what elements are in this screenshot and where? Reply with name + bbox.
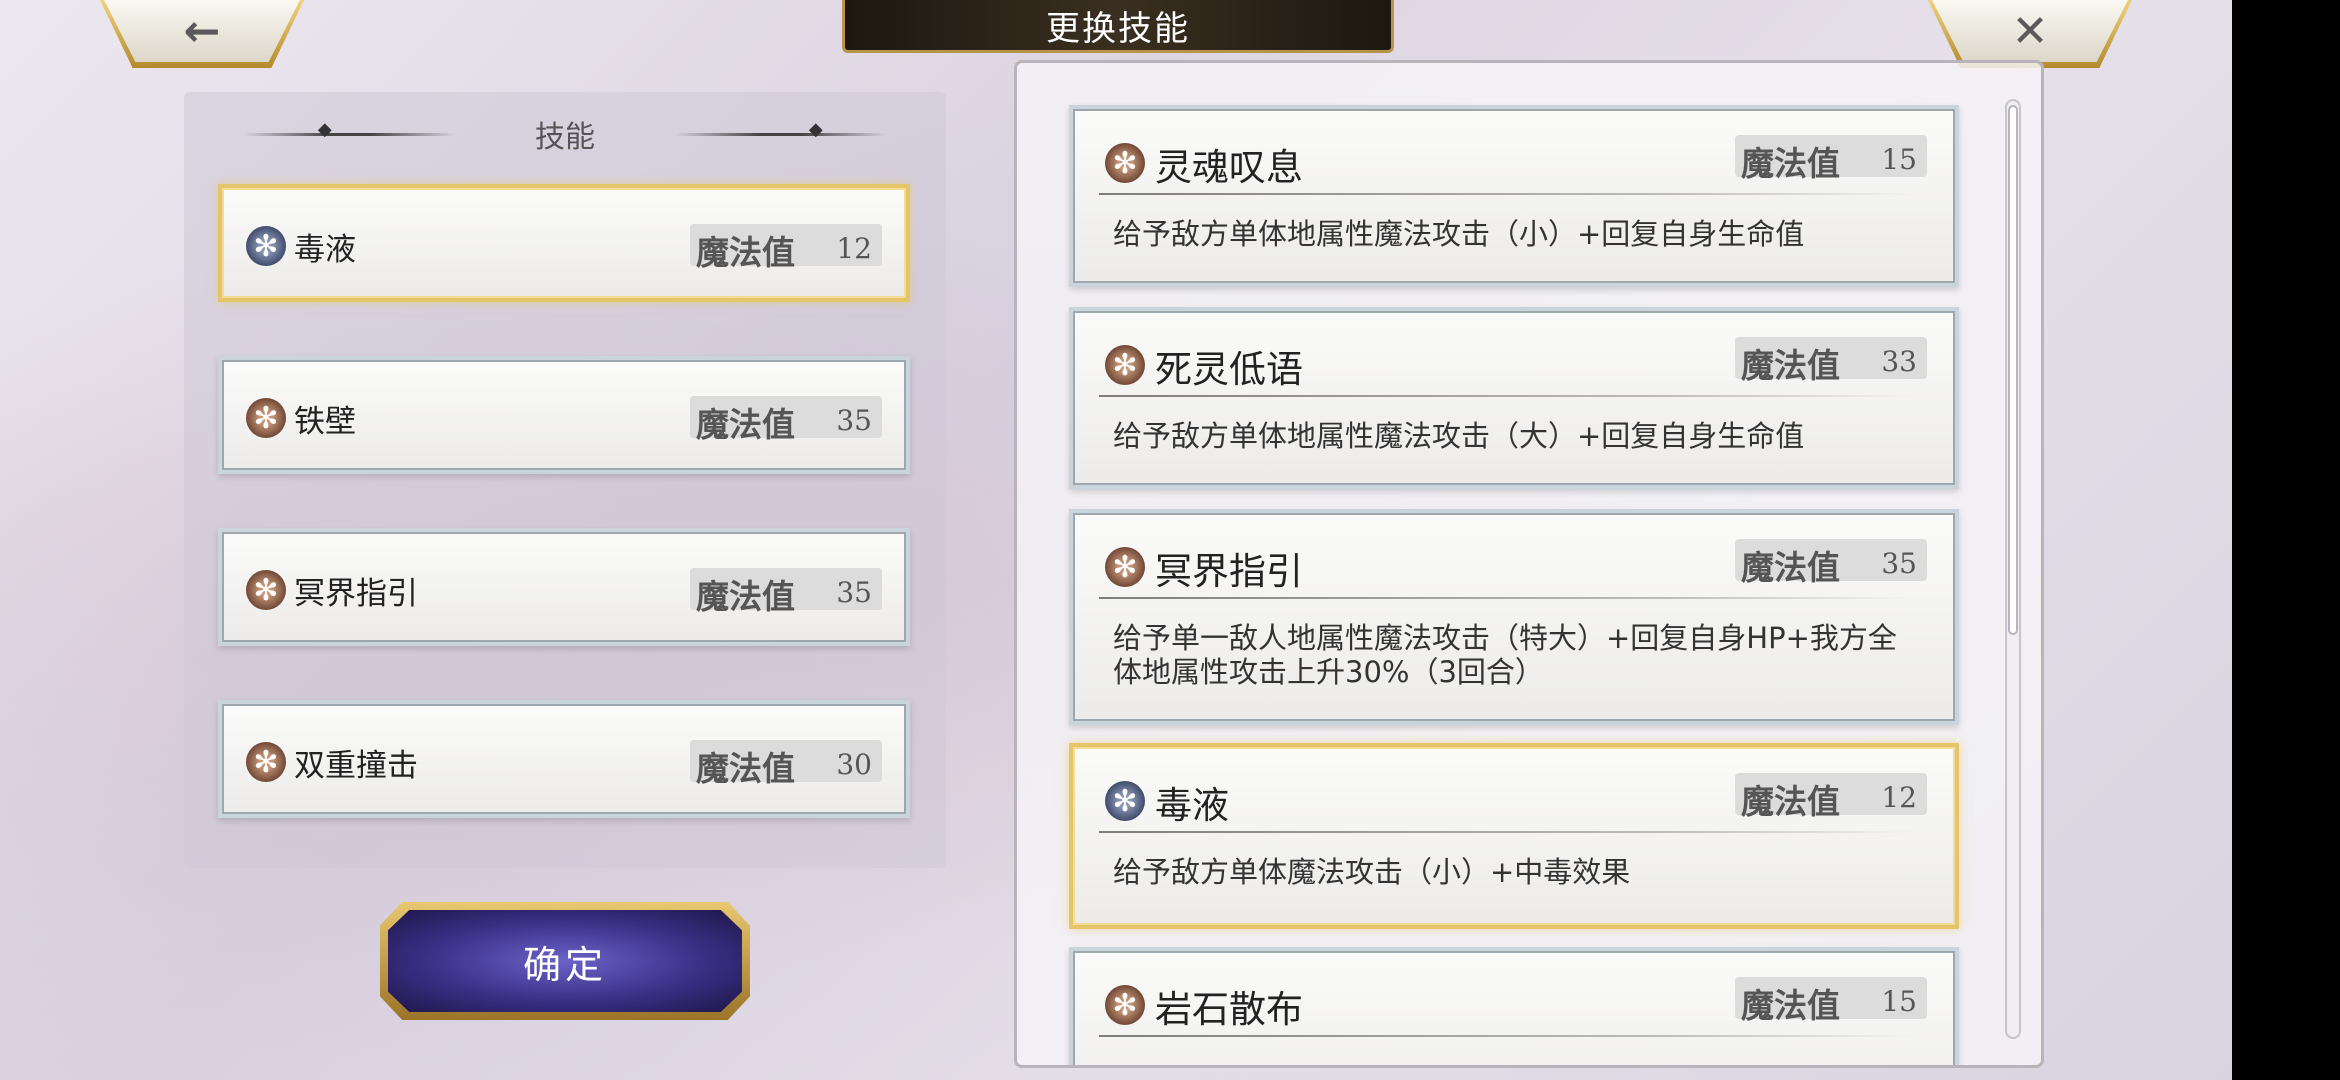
mp-cost-badge: 魔法值 30	[690, 740, 882, 788]
skill-name: 死灵低语	[1155, 348, 1303, 391]
mp-value: 30	[836, 748, 872, 781]
divider	[1099, 193, 1915, 195]
mp-label: 魔法值	[696, 749, 795, 788]
mp-label: 魔法值	[1741, 782, 1840, 821]
mp-label: 魔法值	[1741, 346, 1840, 385]
mp-value: 15	[1881, 143, 1917, 176]
mp-label: 魔法值	[1741, 144, 1840, 183]
back-button[interactable]: ←	[100, 0, 304, 68]
skill-name: 岩石散布	[1155, 988, 1303, 1031]
divider	[1099, 597, 1915, 599]
skill-orb-icon	[1105, 985, 1145, 1025]
ornament-right-icon	[675, 119, 886, 140]
skill-description: 给予单一敌人地属性魔法攻击（特大）+回复自身HP+我方全体地属性攻击上升30%（…	[1113, 621, 1897, 689]
confirm-label: 确定	[522, 942, 607, 987]
mp-value: 33	[1881, 345, 1917, 378]
skill-card[interactable]: 死灵低语 魔法值 33 给予敌方单体地属性魔法攻击（大）+回复自身生命值	[1069, 307, 1959, 489]
skill-name: 灵魂叹息	[1155, 146, 1303, 189]
mp-cost-badge: 魔法值 35	[1735, 539, 1927, 587]
mp-cost-badge: 魔法值 15	[1735, 977, 1927, 1025]
divider	[1099, 1035, 1915, 1037]
mp-value: 35	[836, 576, 872, 609]
close-button[interactable]: ✕	[1928, 0, 2132, 68]
equipped-skill-slot-3[interactable]: 冥界指引 魔法值 35	[218, 528, 910, 646]
skill-orb-icon	[246, 570, 286, 610]
skill-description: 给予敌方单体地属性魔法攻击（大）+回复自身生命值	[1113, 419, 1805, 453]
mp-value: 35	[1881, 547, 1917, 580]
mp-label: 魔法值	[1741, 986, 1840, 1025]
skill-orb-icon	[246, 398, 286, 438]
mp-label: 魔法值	[696, 405, 795, 444]
skill-orb-icon	[1105, 547, 1145, 587]
skill-name: 冥界指引	[294, 576, 418, 612]
ornament-left-icon	[244, 119, 455, 140]
equipped-skills-panel: 技能 毒液 魔法值 12 铁壁 魔法值 35 冥界指引 魔法值 35 双重撞击 …	[184, 92, 946, 868]
panel-heading-label: 技能	[535, 120, 595, 155]
page-title-text: 更换技能	[1046, 8, 1190, 49]
skill-name: 双重撞击	[294, 748, 418, 784]
back-arrow-icon: ←	[183, 5, 221, 57]
panel-heading: 技能	[244, 114, 886, 155]
skill-name: 毒液	[294, 232, 356, 268]
divider	[1099, 395, 1915, 397]
skill-name: 铁壁	[294, 404, 356, 440]
mp-cost-badge: 魔法值 15	[1735, 135, 1927, 183]
skill-name: 毒液	[1155, 784, 1229, 827]
skill-card[interactable]: 岩石散布 魔法值 15	[1069, 947, 1959, 1065]
mp-label: 魔法值	[1741, 548, 1840, 587]
mp-value: 15	[1881, 985, 1917, 1018]
mp-label: 魔法值	[696, 577, 795, 616]
skill-orb-icon	[1105, 781, 1145, 821]
mp-value: 35	[836, 404, 872, 437]
close-icon: ✕	[2011, 5, 2049, 57]
skill-description: 给予敌方单体魔法攻击（小）+中毒效果	[1113, 855, 1631, 889]
confirm-button[interactable]: 确定	[380, 902, 750, 1020]
skill-orb-icon	[246, 742, 286, 782]
skill-orb-icon	[246, 226, 286, 266]
equipped-skill-slot-4[interactable]: 双重撞击 魔法值 30	[218, 700, 910, 818]
skill-orb-icon	[1105, 143, 1145, 183]
page-title: 更换技能	[842, 0, 1394, 53]
divider	[1099, 831, 1915, 833]
scrollbar[interactable]	[2005, 99, 2021, 1039]
mp-cost-badge: 魔法值 33	[1735, 337, 1927, 385]
mp-cost-badge: 魔法值 35	[690, 396, 882, 444]
scrollbar-thumb[interactable]	[2008, 105, 2018, 635]
skill-name: 冥界指引	[1155, 550, 1303, 593]
equipped-skill-slot-2[interactable]: 铁壁 魔法值 35	[218, 356, 910, 474]
skill-card[interactable]: 冥界指引 魔法值 35 给予单一敌人地属性魔法攻击（特大）+回复自身HP+我方全…	[1069, 509, 1959, 725]
mp-label: 魔法值	[696, 233, 795, 272]
mp-value: 12	[836, 232, 872, 265]
skill-description: 给予敌方单体地属性魔法攻击（小）+回复自身生命值	[1113, 217, 1805, 251]
skill-list-panel[interactable]: 灵魂叹息 魔法值 15 给予敌方单体地属性魔法攻击（小）+回复自身生命值 死灵低…	[1014, 60, 2044, 1068]
screen-edge-bar	[2232, 0, 2340, 1080]
mp-cost-badge: 魔法值 35	[690, 568, 882, 616]
mp-value: 12	[1881, 781, 1917, 814]
skill-card-selected[interactable]: 毒液 魔法值 12 给予敌方单体魔法攻击（小）+中毒效果	[1069, 743, 1959, 929]
mp-cost-badge: 魔法值 12	[1735, 773, 1927, 821]
skill-card[interactable]: 灵魂叹息 魔法值 15 给予敌方单体地属性魔法攻击（小）+回复自身生命值	[1069, 105, 1959, 287]
equipped-skill-slot-1[interactable]: 毒液 魔法值 12	[218, 184, 910, 302]
skill-orb-icon	[1105, 345, 1145, 385]
mp-cost-badge: 魔法值 12	[690, 224, 882, 272]
